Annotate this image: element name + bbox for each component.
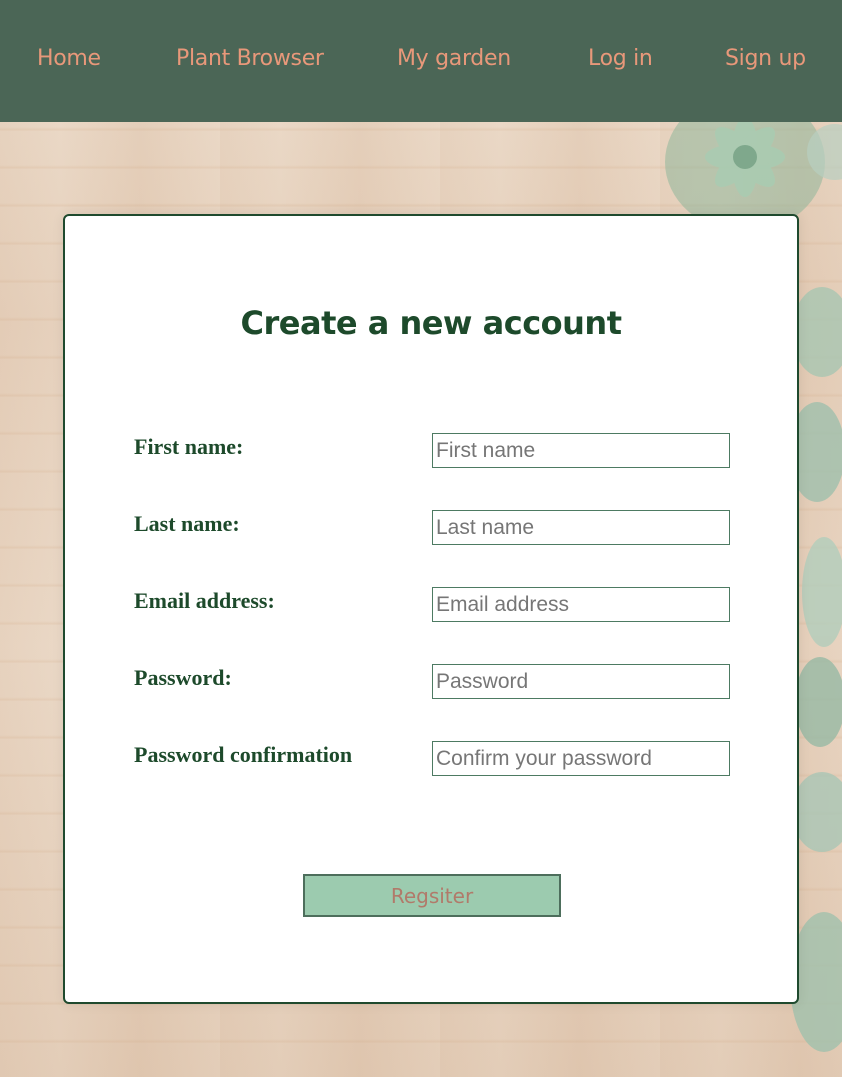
register-button[interactable]: Regsiter [303, 874, 561, 917]
password-confirmation-label: Password confirmation [134, 742, 353, 767]
password-input[interactable] [432, 664, 730, 699]
nav-link-log-in[interactable]: Log in [588, 46, 653, 71]
email-label: Email address: [134, 588, 275, 613]
email-input[interactable] [432, 587, 730, 622]
password-confirmation-input[interactable] [432, 741, 730, 776]
nav-link-my-garden[interactable]: My garden [397, 46, 511, 71]
first-name-label: First name: [134, 434, 244, 459]
nav-link-sign-up[interactable]: Sign up [725, 46, 806, 71]
top-navbar: Home Plant Browser My garden Log in Sign… [0, 0, 842, 122]
password-label: Password: [134, 665, 232, 690]
last-name-label: Last name: [134, 511, 240, 536]
last-name-input[interactable] [432, 510, 730, 545]
nav-link-home[interactable]: Home [37, 46, 101, 71]
registration-card: Create a new account First name: Last na… [63, 214, 799, 1004]
page-title: Create a new account [240, 304, 623, 342]
nav-link-plant-browser[interactable]: Plant Browser [176, 46, 324, 71]
first-name-input[interactable] [432, 433, 730, 468]
